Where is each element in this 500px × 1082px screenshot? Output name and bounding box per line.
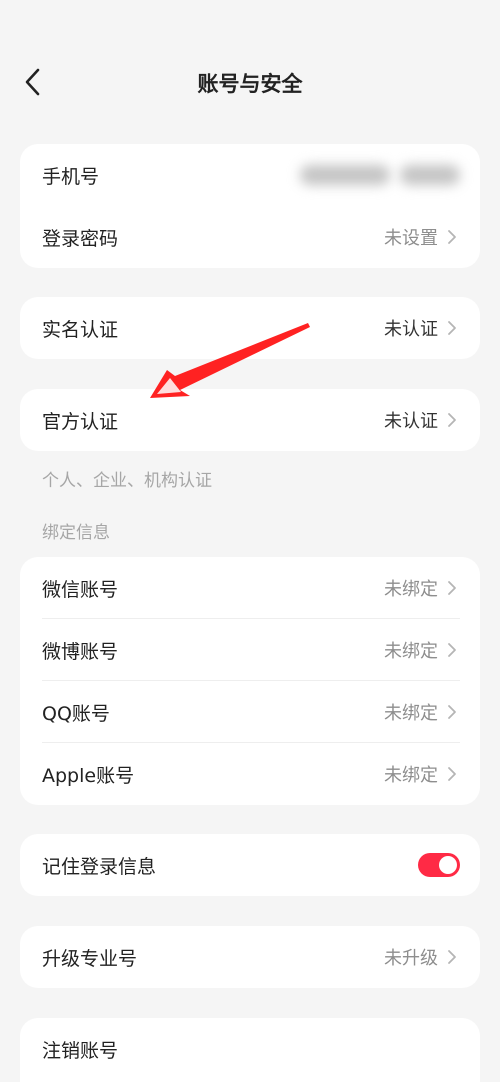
upgrade-label: 升级专业号 [42, 947, 138, 970]
qq-row[interactable]: QQ账号 未绑定 [20, 681, 480, 743]
account-card: 手机号 登录密码 未设置 [20, 144, 480, 268]
remember-label: 记住登录信息 [42, 855, 157, 878]
chevron-right-icon [448, 643, 456, 657]
upgrade-card: 升级专业号 未升级 [20, 926, 480, 988]
apple-label: Apple账号 [42, 764, 135, 787]
chevron-right-icon [448, 321, 456, 335]
chevron-right-icon [448, 581, 456, 595]
phone-number-blurred [300, 165, 460, 185]
remember-row: 记住登录信息 [20, 834, 480, 896]
cancel-account-row[interactable]: 注销账号 [20, 1018, 480, 1080]
bindings-card: 微信账号 未绑定 微博账号 未绑定 QQ账号 未绑定 Apple账号 未绑定 [20, 557, 480, 805]
upgrade-row[interactable]: 升级专业号 未升级 [20, 926, 480, 988]
chevron-right-icon [448, 950, 456, 964]
chevron-right-icon [448, 767, 456, 781]
realname-value: 未认证 [384, 319, 438, 340]
page-title: 账号与安全 [197, 72, 303, 96]
qq-value: 未绑定 [384, 703, 438, 724]
cancel-card: 注销账号 [20, 1018, 480, 1082]
qq-label: QQ账号 [42, 702, 110, 725]
official-label: 官方认证 [42, 410, 119, 433]
toggle-knob [439, 856, 457, 874]
official-value: 未认证 [384, 411, 438, 432]
bindings-section-title: 绑定信息 [42, 523, 110, 543]
chevron-right-icon [448, 230, 456, 244]
realname-label: 实名认证 [42, 318, 119, 341]
wechat-value: 未绑定 [384, 579, 438, 600]
chevron-right-icon [448, 413, 456, 427]
password-row[interactable]: 登录密码 未设置 [20, 206, 480, 268]
wechat-row[interactable]: 微信账号 未绑定 [20, 557, 480, 619]
remember-toggle[interactable] [418, 853, 460, 877]
official-note: 个人、企业、机构认证 [42, 471, 212, 491]
remember-card: 记住登录信息 [20, 834, 480, 896]
weibo-value: 未绑定 [384, 641, 438, 662]
weibo-row[interactable]: 微博账号 未绑定 [20, 619, 480, 681]
apple-value: 未绑定 [384, 765, 438, 786]
weibo-label: 微博账号 [42, 640, 119, 663]
upgrade-value: 未升级 [384, 948, 438, 969]
wechat-label: 微信账号 [42, 578, 119, 601]
cancel-account-label: 注销账号 [42, 1039, 119, 1062]
chevron-right-icon [448, 705, 456, 719]
password-value: 未设置 [384, 228, 438, 249]
red-arrow-icon [150, 323, 310, 398]
top-bar: 账号与安全 [0, 50, 500, 114]
phone-row[interactable]: 手机号 [20, 144, 480, 206]
phone-label: 手机号 [42, 165, 100, 188]
apple-row[interactable]: Apple账号 未绑定 [20, 743, 480, 805]
password-label: 登录密码 [42, 227, 119, 250]
